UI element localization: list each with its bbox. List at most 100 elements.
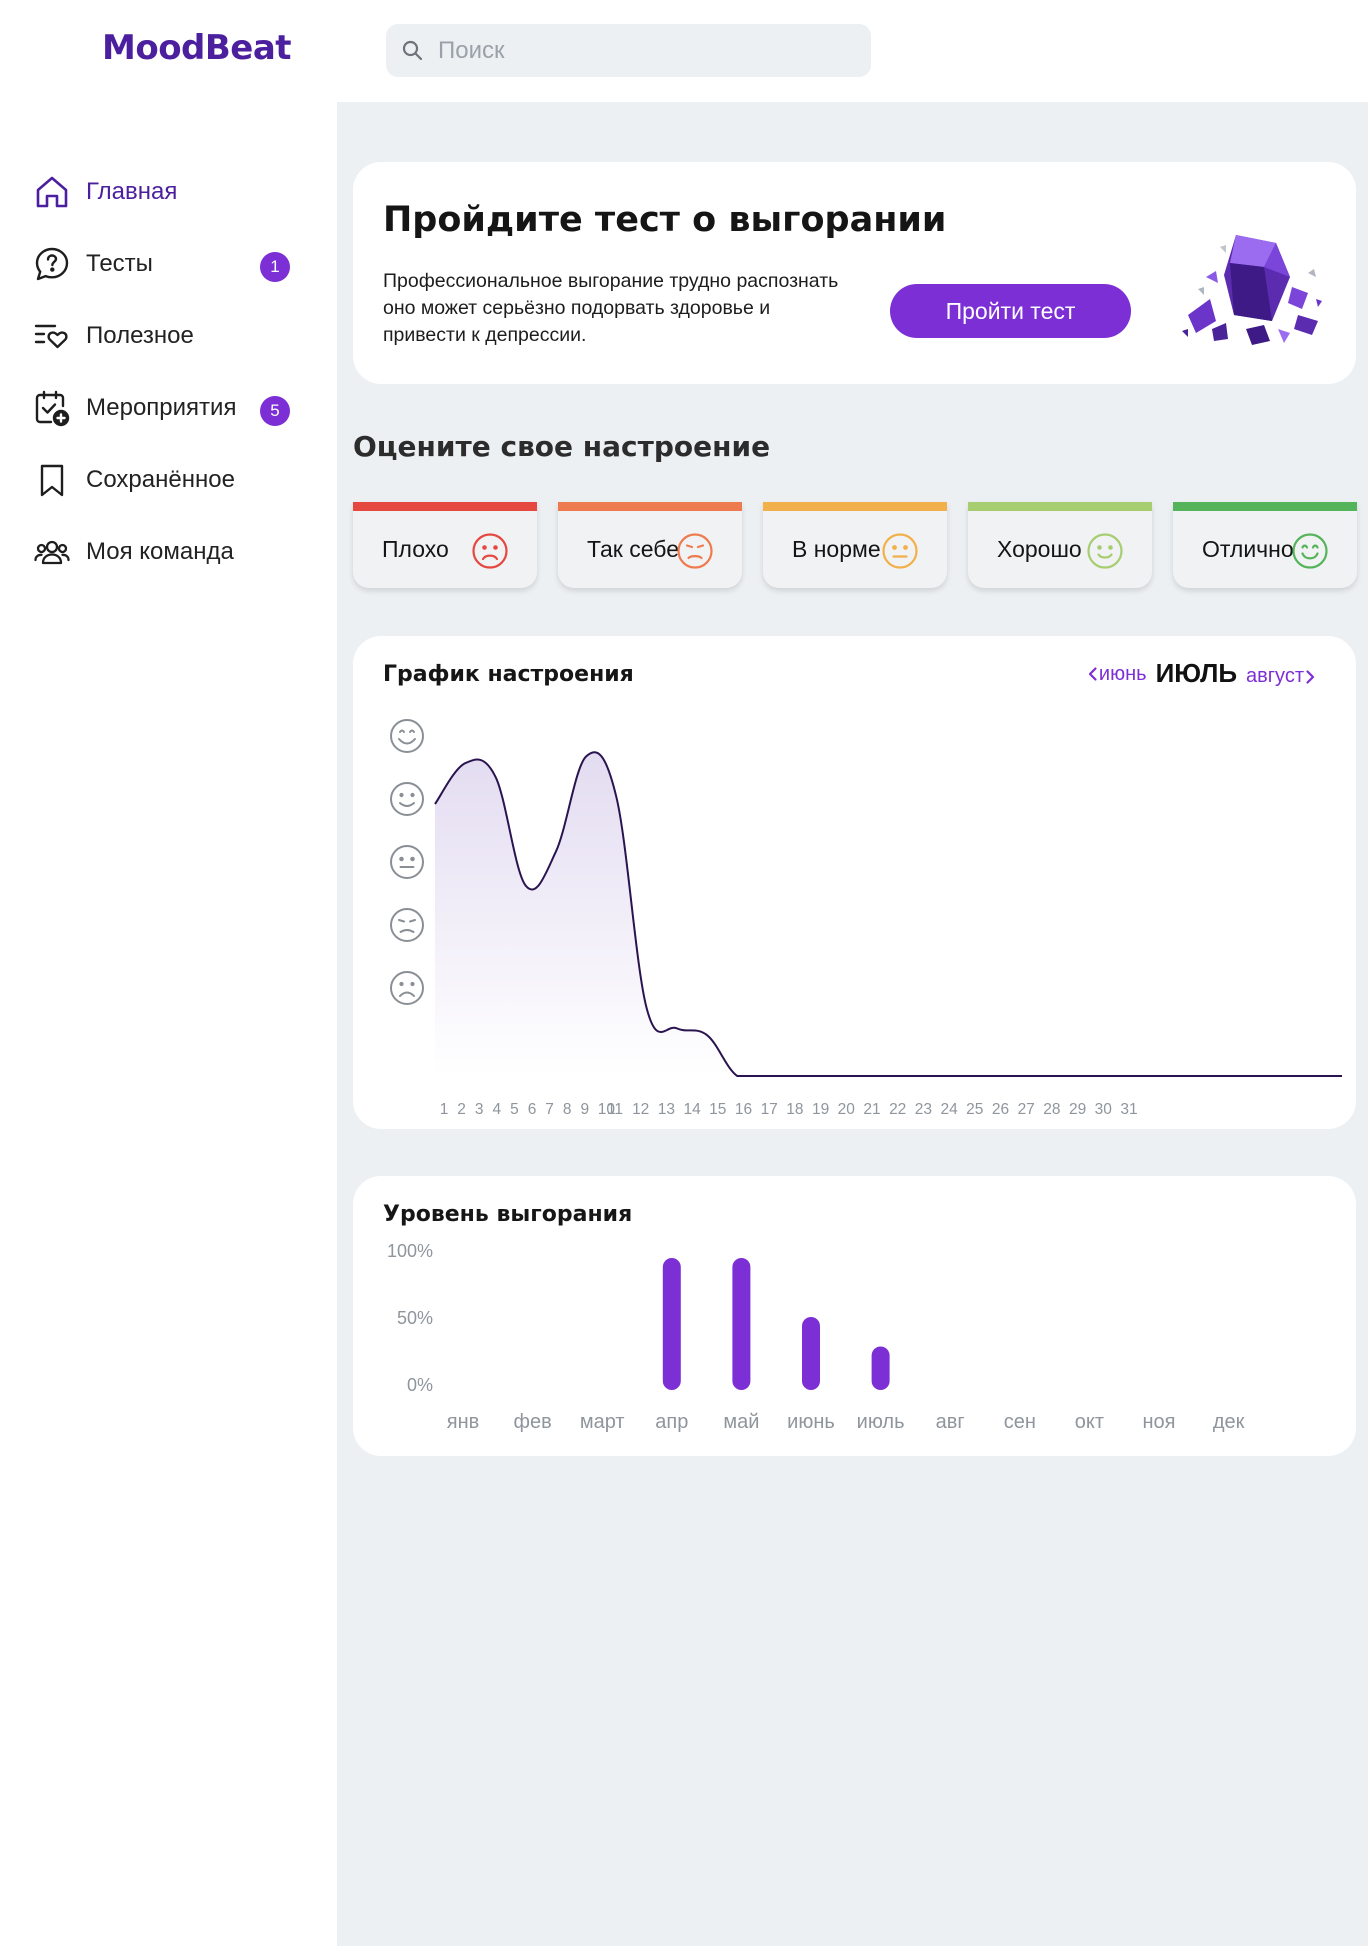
burnout-bar-chart: 100% 50% 0% янв фев март апр май июнь июль авг сен о… <box>387 1241 1245 1433</box>
take-test-button[interactable]: Пройти тест <box>890 284 1131 338</box>
x-tick-label: 2 <box>457 1101 466 1118</box>
promo-title: Пройдите тест о выгорании <box>383 200 947 240</box>
x-tick-label: сен <box>1004 1411 1036 1433</box>
sidebar-nav: Главная Тесты 1 Полезное Мероприятия 5 С… <box>32 156 296 588</box>
x-tick-label: янв <box>447 1411 480 1433</box>
mood-option-bad[interactable]: Плохо <box>353 502 537 588</box>
app-name: MoodBeat <box>102 28 292 68</box>
burnout-chart-card: Уровень выгорания 100% 50% 0% янв фев март апр… <box>353 1176 1356 1456</box>
x-tick-label: 21 <box>863 1101 880 1118</box>
mood-option-good[interactable]: Хорошо <box>968 502 1152 588</box>
burnout-test-promo: Пройдите тест о выгорании Профессиональн… <box>353 162 1356 384</box>
sidebar-item-label: Сохранённое <box>86 466 235 493</box>
broken-crystal-illustration <box>1182 235 1322 345</box>
x-tick-label: 3 <box>475 1101 484 1118</box>
x-tick-label: 5 <box>510 1101 519 1118</box>
x-tick-label: июль <box>857 1411 905 1433</box>
x-tick-label: 22 <box>889 1101 906 1118</box>
sidebar-item-useful[interactable]: Полезное <box>32 300 296 372</box>
x-tick-label: 8 <box>563 1101 572 1118</box>
x-tick-label: 24 <box>940 1101 958 1118</box>
burnout-bar <box>802 1317 820 1390</box>
mood-color-bar <box>763 502 947 511</box>
burnout-bar <box>662 1258 681 1390</box>
sad-face-icon <box>472 533 508 569</box>
sidebar: MoodBeat Главная Тесты 1 Полезное Меропр… <box>0 0 337 1946</box>
meh-sad-face-icon <box>677 533 713 569</box>
x-tick-label: 20 <box>838 1101 856 1118</box>
mood-color-bar <box>353 502 537 511</box>
mood-label: Так себе <box>587 536 679 562</box>
y-tick-label: 50% <box>397 1308 433 1328</box>
burnout-bar <box>871 1346 890 1390</box>
x-tick-label: 17 <box>761 1101 778 1118</box>
sidebar-item-saved[interactable]: Сохранённое <box>32 444 296 516</box>
x-tick-label: май <box>723 1411 759 1433</box>
x-tick-label: 6 <box>528 1101 537 1118</box>
x-tick-label: 16 <box>735 1101 752 1118</box>
sidebar-item-label: Мероприятия <box>86 394 237 421</box>
y-tick-label: 0% <box>407 1375 433 1395</box>
x-tick-label: 14 <box>683 1101 701 1118</box>
rate-mood-title: Оцените свое настроение <box>353 430 771 463</box>
neutral-face-icon <box>390 845 424 879</box>
mood-area-chart: 1 2 3 4 5 6 7 8 9 1011 12 13 14 15 16 17 18 19 20 21 22 23 24 2… <box>390 719 1342 1118</box>
search-input[interactable] <box>438 36 838 65</box>
sidebar-item-team[interactable]: Моя команда <box>32 516 296 588</box>
mood-chart-card: График настроения июнь ИЮЛЬ август 1 2 3… <box>353 636 1356 1129</box>
mood-x-axis: 1 2 3 4 5 6 7 8 9 1011 12 13 14 15 16 17 18 19 20 21 22 23 24 2… <box>440 1101 1138 1118</box>
question-bubble-icon <box>32 244 72 284</box>
x-tick-label: 4 <box>492 1101 501 1118</box>
x-tick-label: 26 <box>992 1101 1009 1118</box>
search-bar[interactable] <box>386 24 871 77</box>
mood-option-so-so[interactable]: Так себе <box>558 502 742 588</box>
x-tick-label: 31 <box>1120 1101 1137 1118</box>
x-tick-label: 7 <box>545 1101 554 1118</box>
x-tick-label: 23 <box>915 1101 932 1118</box>
mood-y-axis <box>390 719 424 1005</box>
events-count-badge: 5 <box>260 396 290 426</box>
mood-label: В норме <box>792 536 881 562</box>
big-smile-face-icon <box>390 719 424 753</box>
sidebar-item-label: Главная <box>86 178 178 205</box>
x-tick-label: 19 <box>812 1101 829 1118</box>
x-tick-label: дек <box>1213 1411 1245 1433</box>
mood-color-bar <box>968 502 1152 511</box>
sidebar-item-events[interactable]: Мероприятия 5 <box>32 372 296 444</box>
x-tick-label: апр <box>655 1411 688 1433</box>
sidebar-item-label: Тесты <box>86 250 153 277</box>
calendar-plus-icon <box>32 388 72 428</box>
x-tick-label: июнь <box>787 1411 835 1433</box>
mood-color-bar <box>1173 502 1357 511</box>
x-tick-label: 30 <box>1095 1101 1113 1118</box>
x-tick-label: март <box>580 1411 625 1433</box>
sidebar-item-home[interactable]: Главная <box>32 156 296 228</box>
list-heart-icon <box>32 316 72 356</box>
mood-label: Плохо <box>382 536 449 562</box>
burnout-bar <box>732 1258 751 1390</box>
x-tick-label: 15 <box>709 1101 726 1118</box>
smile-face-icon <box>1087 533 1123 569</box>
mood-label: Отлично <box>1202 536 1294 562</box>
home-icon <box>32 172 72 212</box>
mood-option-excellent[interactable]: Отлично <box>1173 502 1357 588</box>
sidebar-item-label: Моя команда <box>86 538 234 565</box>
sidebar-item-tests[interactable]: Тесты 1 <box>32 228 296 300</box>
x-tick-label: окт <box>1075 1411 1104 1433</box>
x-tick-label: 12 <box>632 1101 649 1118</box>
x-tick-label: 9 <box>580 1101 589 1118</box>
promo-text: Профессиональное выгорание трудно распоз… <box>383 270 839 346</box>
soundwave-logo-icon <box>35 19 88 77</box>
logo[interactable]: MoodBeat <box>34 18 292 78</box>
x-tick-label: 28 <box>1043 1101 1060 1118</box>
team-icon <box>32 532 72 572</box>
bookmark-icon <box>32 460 72 500</box>
sidebar-item-label: Полезное <box>86 322 194 349</box>
tests-count-badge: 1 <box>260 252 290 282</box>
main-content: Пройдите тест о выгорании Профессиональн… <box>337 102 1368 1946</box>
y-tick-label: 100% <box>387 1241 433 1261</box>
smile-face-icon <box>390 782 424 816</box>
mood-options: Плохо Так себе В норме Хорошо Отлично <box>353 502 1357 590</box>
mood-option-normal[interactable]: В норме <box>763 502 947 588</box>
x-tick-label: авг <box>936 1411 965 1433</box>
